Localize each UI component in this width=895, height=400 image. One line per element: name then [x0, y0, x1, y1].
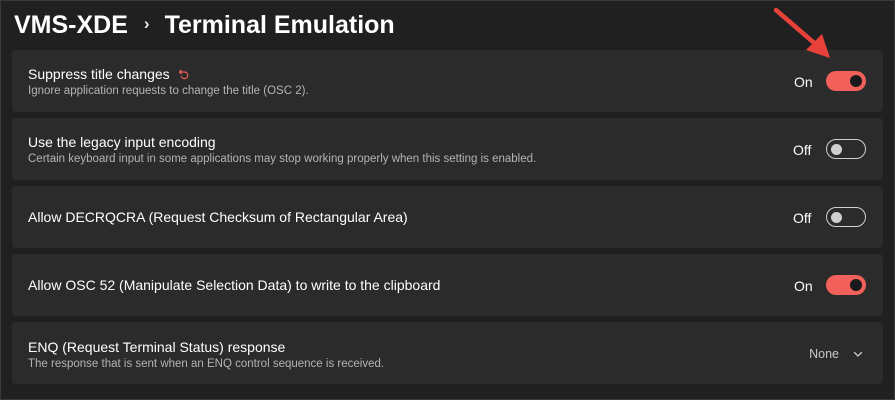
toggle-state-label: On	[794, 74, 813, 90]
setting-row-suppress-title-changes: Suppress title changes Ignore applicatio…	[12, 50, 883, 112]
setting-title: ENQ (Request Terminal Status) response	[28, 339, 286, 355]
toggle-knob	[850, 75, 862, 87]
decrqcra-toggle[interactable]	[826, 207, 866, 227]
setting-row-decrqcra: Allow DECRQCRA (Request Checksum of Rect…	[12, 186, 883, 248]
dropdown-value: None	[809, 347, 839, 361]
breadcrumb: VMS-XDE › Terminal Emulation	[14, 6, 395, 44]
toggle-state-label: Off	[793, 210, 812, 226]
setting-description: Certain keyboard input in some applicati…	[28, 153, 537, 165]
setting-title: Allow DECRQCRA (Request Checksum of Rect…	[28, 209, 408, 225]
reset-icon[interactable]	[178, 68, 190, 80]
setting-title: Use the legacy input encoding	[28, 134, 216, 150]
toggle-state-label: On	[794, 278, 813, 294]
osc52-clipboard-toggle[interactable]	[826, 275, 866, 295]
setting-row-legacy-input-encoding: Use the legacy input encoding Certain ke…	[12, 118, 883, 180]
setting-title: Allow OSC 52 (Manipulate Selection Data)…	[28, 277, 441, 293]
page-title: Terminal Emulation	[164, 10, 395, 39]
enq-response-dropdown[interactable]: None	[809, 347, 863, 361]
breadcrumb-separator-icon: ›	[143, 14, 150, 33]
setting-description: Ignore application requests to change th…	[28, 85, 309, 97]
setting-row-enq-response: ENQ (Request Terminal Status) response T…	[12, 322, 883, 384]
chevron-down-icon	[853, 351, 863, 357]
legacy-input-encoding-toggle[interactable]	[826, 139, 866, 159]
suppress-title-changes-toggle[interactable]	[826, 71, 866, 91]
toggle-knob	[831, 211, 842, 223]
toggle-state-label: Off	[793, 142, 812, 158]
setting-description: The response that is sent when an ENQ co…	[28, 358, 385, 370]
toggle-knob	[850, 279, 862, 291]
setting-row-osc52-clipboard: Allow OSC 52 (Manipulate Selection Data)…	[12, 254, 883, 316]
setting-title: Suppress title changes	[28, 66, 170, 82]
toggle-knob	[831, 143, 842, 155]
breadcrumb-parent[interactable]: VMS-XDE	[14, 11, 128, 40]
